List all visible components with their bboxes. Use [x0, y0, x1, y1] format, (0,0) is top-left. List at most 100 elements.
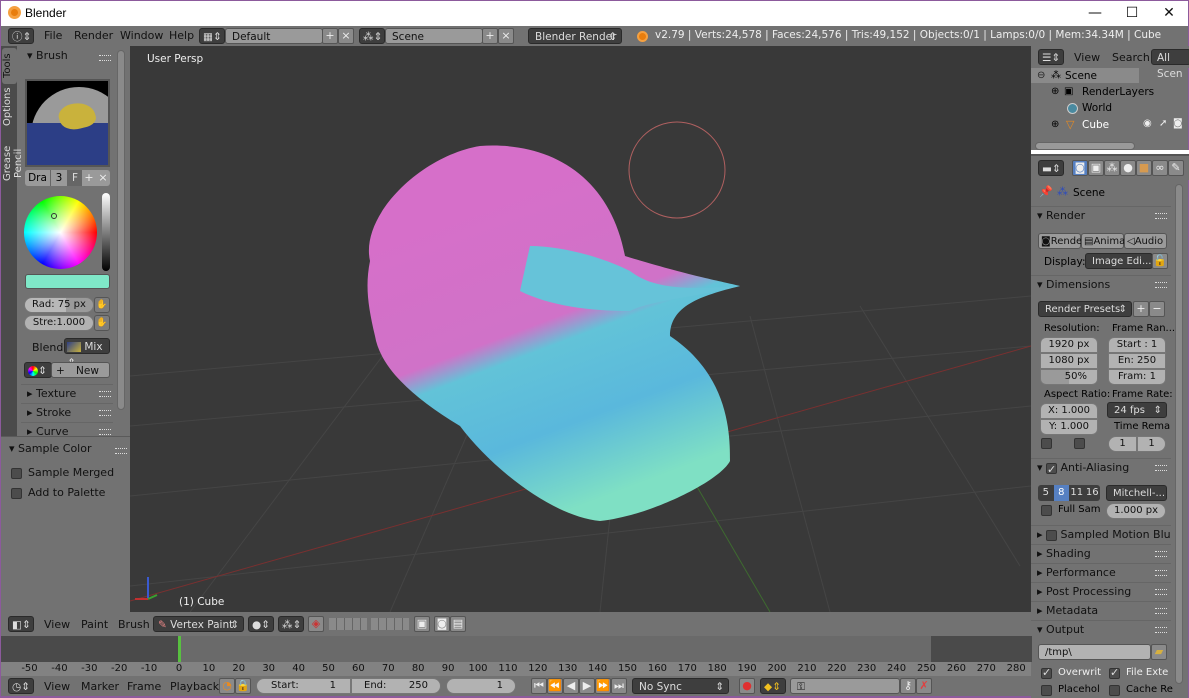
layout-field[interactable]: Default	[225, 28, 323, 44]
object-tab-icon[interactable]: ■	[1136, 160, 1152, 176]
anti-aliasing-checkbox[interactable]	[1046, 461, 1058, 479]
constraints-tab-icon[interactable]: ∞	[1152, 160, 1168, 176]
tree-item-cube[interactable]: Cube	[1082, 119, 1109, 131]
maximize-button[interactable]: ☐	[1113, 1, 1151, 25]
viewport-shading-dropdown[interactable]: ●⇕	[248, 616, 274, 632]
shelf-scrollbar[interactable]	[117, 50, 125, 410]
render-opengl-animation-icon[interactable]: ▤	[450, 616, 466, 632]
lock-camera-icon[interactable]: ▣	[414, 616, 430, 632]
performance-panel-header[interactable]: ▸ Performance	[1031, 563, 1171, 582]
display-dropdown[interactable]: Image Edi...	[1085, 253, 1153, 269]
current-frame-indicator[interactable]	[178, 636, 181, 662]
brush-panel-header[interactable]: ▾ Brush	[27, 49, 68, 62]
3d-view-editor-icon[interactable]: ◧⇕	[8, 616, 34, 632]
render-engine-dropdown[interactable]: Blender Render ⇕	[528, 28, 622, 44]
add-layout-icon[interactable]: +	[322, 28, 338, 44]
fake-user-toggle[interactable]: F	[68, 170, 82, 186]
add-brush-icon[interactable]: +	[82, 170, 96, 186]
strength-field[interactable]: Stre:1.000	[24, 315, 94, 331]
color-picker-cursor[interactable]	[51, 213, 57, 219]
dimensions-panel-header[interactable]: ▾ Dimensions	[1031, 275, 1171, 294]
motion-blur-panel-header[interactable]: ▸ Sampled Motion Blu	[1031, 525, 1171, 544]
timeline-editor-icon[interactable]: ◷⇕	[8, 678, 34, 694]
blend-dropdown[interactable]: Mix ⇕	[64, 338, 110, 369]
record-icon[interactable]: ●	[739, 678, 755, 694]
render-animation-button[interactable]: ▤Anima	[1081, 233, 1125, 249]
preview-range-icon[interactable]: ◔	[219, 678, 235, 694]
mode-dropdown[interactable]: ✎ Vertex Paint ⇕	[153, 616, 244, 632]
timeline-ruler[interactable]: -50 -40 -30 -20 -10 0 10 20 30 40 50 60 70 80 90 100 110…	[0, 662, 1031, 676]
full-sample-checkbox[interactable]	[1041, 505, 1052, 516]
cache-result-checkbox[interactable]	[1109, 685, 1120, 696]
stroke-panel-header[interactable]: ▸ Stroke	[21, 403, 113, 422]
delete-keyframe-icon[interactable]: ✗	[916, 678, 932, 694]
frame-rate-dropdown[interactable]: 24 fps ⇕	[1107, 402, 1167, 418]
border-checkbox[interactable]	[1041, 438, 1052, 449]
minimize-button[interactable]: —	[1076, 1, 1114, 25]
motion-blur-checkbox[interactable]	[1046, 529, 1058, 541]
layers-group-2[interactable]	[371, 618, 409, 630]
delete-scene-icon[interactable]: ×	[498, 28, 514, 44]
aspect-y-field[interactable]: Y: 1.000	[1040, 419, 1098, 435]
tab-tools[interactable]: Tools	[2, 48, 17, 84]
visibility-eye-icon[interactable]: ◉	[1143, 118, 1152, 129]
render-opengl-icon[interactable]: ◙	[434, 616, 450, 632]
keying-icon[interactable]: ◆⇕	[760, 678, 786, 694]
delete-brush-icon[interactable]: ×	[96, 170, 110, 186]
brush-preview[interactable]	[25, 79, 110, 167]
panel-grip-icon[interactable]	[115, 448, 127, 454]
delete-layout-icon[interactable]: ×	[338, 28, 354, 44]
placeholders-checkbox[interactable]	[1041, 685, 1052, 696]
aspect-x-field[interactable]: X: 1.000	[1040, 403, 1098, 419]
shading-panel-header[interactable]: ▸ Shading	[1031, 544, 1171, 563]
aa-sample-8[interactable]: 8	[1053, 485, 1069, 501]
pin-icon[interactable]: 📌	[1039, 185, 1053, 198]
brush-users-count[interactable]: 3	[51, 170, 68, 186]
play-icon[interactable]: ▶	[579, 678, 595, 694]
file-extensions-checkbox[interactable]	[1109, 666, 1120, 679]
current-frame-field[interactable]: 1	[446, 678, 516, 694]
close-button[interactable]: ✕	[1150, 1, 1188, 25]
frame-start-field[interactable]: Start : 1	[1108, 337, 1166, 353]
value-slider[interactable]	[102, 193, 110, 271]
expand-icon[interactable]: ⊕	[1051, 86, 1059, 97]
modifiers-tab-icon[interactable]: ✎	[1168, 160, 1184, 176]
color-wheel[interactable]	[24, 196, 97, 269]
tl-menu-playback[interactable]: Playback	[170, 680, 219, 693]
overwrite-checkbox[interactable]	[1041, 666, 1052, 679]
radius-pressure-icon[interactable]: ✋	[94, 297, 110, 313]
jump-keyframe-forward-icon[interactable]: ⏩	[595, 678, 611, 694]
lock-interface-icon[interactable]: 🔓	[1152, 253, 1168, 269]
vp-menu-view[interactable]: View	[44, 618, 70, 631]
aa-sample-11[interactable]: 11	[1069, 485, 1085, 501]
render-still-button[interactable]: ◙Rende	[1038, 233, 1082, 249]
frame-step-field[interactable]: Fram: 1	[1108, 369, 1166, 385]
metadata-panel-header[interactable]: ▸ Metadata	[1031, 601, 1171, 620]
texture-panel-header[interactable]: ▸ Texture	[21, 384, 113, 403]
render-audio-button[interactable]: ◁Audio	[1124, 233, 1167, 249]
strength-pressure-icon[interactable]: ✋	[94, 315, 110, 331]
keying-set-field[interactable]: ⚿	[790, 678, 900, 694]
tab-grease-pencil[interactable]: Grease Pencil	[2, 130, 24, 196]
expand-icon[interactable]: ⊖	[1037, 70, 1045, 81]
new-palette-button[interactable]: + New	[51, 362, 110, 378]
selectable-cursor-icon[interactable]: ➚	[1159, 118, 1167, 129]
add-preset-icon[interactable]: +	[1133, 301, 1149, 317]
output-panel-header[interactable]: ▾ Output	[1031, 620, 1171, 639]
jump-keyframe-back-icon[interactable]: ⏪	[547, 678, 563, 694]
brush-name-field[interactable]: Dra	[25, 170, 51, 186]
outliner-menu-search[interactable]: Search	[1112, 51, 1150, 64]
resolution-percentage-slider[interactable]: 50%	[1040, 369, 1098, 385]
menu-render[interactable]: Render	[74, 29, 113, 42]
start-frame-field[interactable]: Start: 1	[256, 678, 351, 694]
scene-icon[interactable]: ⁂⇕	[359, 28, 385, 44]
tree-item-world[interactable]: World	[1082, 102, 1112, 114]
pivot-point-dropdown[interactable]: ⁂⇕	[278, 616, 304, 632]
post-processing-panel-header[interactable]: ▸ Post Processing	[1031, 582, 1171, 601]
scene-tab-icon[interactable]: ⁂	[1104, 160, 1120, 176]
vp-menu-brush[interactable]: Brush	[118, 618, 150, 631]
tree-item-renderlayers[interactable]: RenderLayers	[1082, 86, 1154, 98]
end-frame-field[interactable]: End: 250	[351, 678, 441, 694]
tl-menu-view[interactable]: View	[44, 680, 70, 693]
tl-menu-marker[interactable]: Marker	[81, 680, 119, 693]
